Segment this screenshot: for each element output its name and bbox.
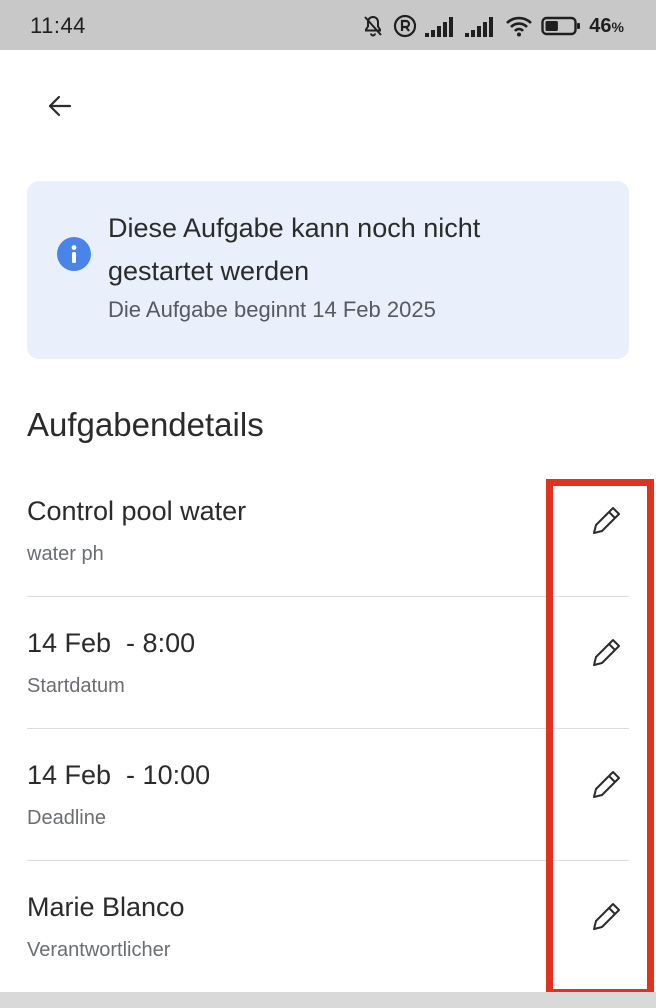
pencil-icon xyxy=(589,502,625,543)
info-banner-title: Diese Aufgabe kann noch nicht gestartet … xyxy=(108,213,481,286)
edit-task-button[interactable] xyxy=(585,500,629,544)
edit-start-date-button[interactable] xyxy=(585,632,629,676)
registered-icon xyxy=(393,14,417,38)
detail-row-start-date: 14 Feb - 8:00 Startdatum xyxy=(27,596,629,729)
detail-primary: 14 Feb - 8:00 xyxy=(27,628,196,658)
info-banner-subtitle: Die Aufgabe beginnt 14 Feb 2025 xyxy=(108,297,436,322)
section-heading: Aufgabendetails xyxy=(27,406,264,443)
mute-icon xyxy=(361,14,385,38)
detail-primary: 14 Feb - 10:00 xyxy=(27,760,211,790)
detail-secondary: water ph xyxy=(27,543,104,565)
pencil-icon xyxy=(589,766,625,807)
detail-secondary: Startdatum xyxy=(27,675,125,697)
detail-secondary: Verantwortlicher xyxy=(27,939,171,961)
detail-primary: Marie Blanco xyxy=(27,892,185,922)
wifi-icon xyxy=(505,15,533,37)
detail-primary: Control pool water xyxy=(27,496,247,526)
pencil-icon xyxy=(589,898,625,939)
info-icon xyxy=(57,237,91,271)
bottom-strip xyxy=(0,992,656,1008)
detail-row-deadline: 14 Feb - 10:00 Deadline xyxy=(27,728,629,861)
battery-icon xyxy=(541,15,581,37)
battery-percentage-suffix: % xyxy=(611,18,624,35)
detail-row-responsible: Marie Blanco Verantwortlicher xyxy=(27,860,629,992)
battery-percentage: 46% xyxy=(589,15,624,38)
arrow-left-icon xyxy=(47,93,73,124)
edit-responsible-button[interactable] xyxy=(585,896,629,940)
signal-icon xyxy=(465,15,497,37)
status-time: 11:44 xyxy=(30,13,86,38)
detail-row-task: Control pool water water ph xyxy=(27,464,629,597)
status-bar: 11:44 46% xyxy=(0,0,656,50)
battery-percentage-value: 46 xyxy=(589,14,612,37)
edit-deadline-button[interactable] xyxy=(585,764,629,808)
status-icons: 46% xyxy=(361,12,624,40)
info-banner: Diese Aufgabe kann noch nicht gestartet … xyxy=(27,181,629,359)
signal-icon xyxy=(425,15,457,37)
detail-secondary: Deadline xyxy=(27,807,106,829)
back-button[interactable] xyxy=(38,86,82,130)
pencil-icon xyxy=(589,634,625,675)
